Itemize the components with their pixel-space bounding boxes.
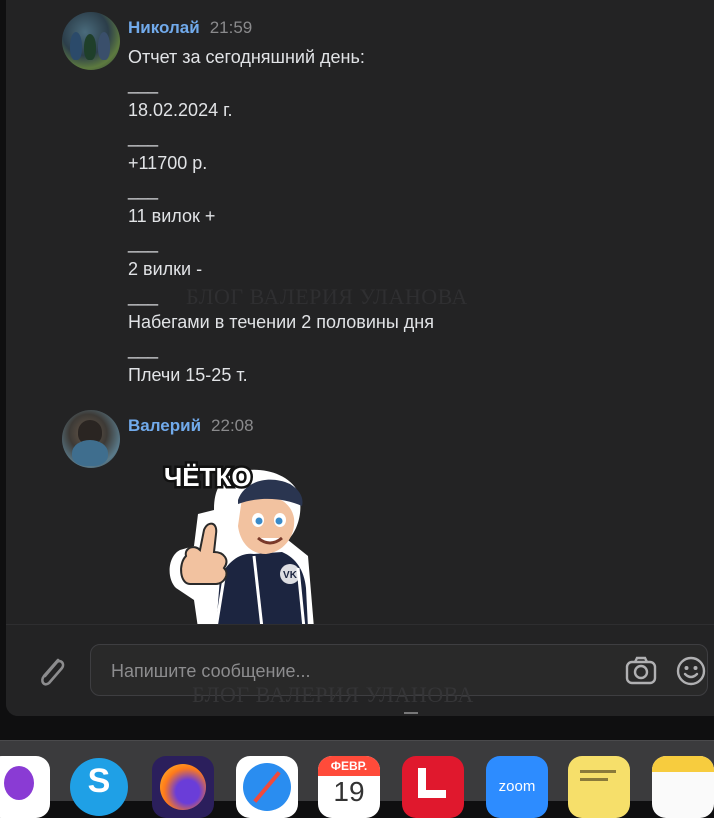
text-line: 11 вилок + <box>128 206 216 226</box>
safari-icon[interactable] <box>236 756 298 818</box>
text-line: ___ <box>128 179 159 200</box>
vk-badge-text: VK <box>283 570 298 581</box>
text-line: 2 вилки - <box>128 259 203 279</box>
text-line: Плечи 15-25 т. <box>128 365 248 385</box>
notes-icon[interactable] <box>652 756 714 818</box>
text-line: Отчет за сегодняшний день: <box>128 47 365 67</box>
message-text: Отчет за сегодняшний день: ___ 18.02.202… <box>128 44 434 389</box>
calendar-icon[interactable]: ФЕВР. 19 <box>318 756 380 818</box>
podcasts-icon[interactable] <box>0 756 50 818</box>
text-line: ___ <box>128 73 159 94</box>
text-line: +11700 р. <box>128 153 208 173</box>
emoji-icon[interactable] <box>675 655 707 687</box>
text-line: 18.02.2024 г. <box>128 100 233 120</box>
stickies-icon[interactable] <box>568 756 630 818</box>
message-placeholder: Напишите сообщение... <box>111 661 311 681</box>
avatar[interactable] <box>62 410 120 468</box>
text-line: Набегами в течении 2 половины дня <box>128 312 434 332</box>
text-line: ___ <box>128 126 159 147</box>
chat-window: Николай 21:59 Отчет за сегодняшний день: … <box>6 0 714 716</box>
message-input[interactable]: Напишите сообщение... <box>90 644 708 696</box>
author-name[interactable]: Николай <box>128 18 200 37</box>
sticker[interactable]: VK ЧЁТКО <box>158 460 318 629</box>
skype-icon[interactable]: S <box>68 756 130 818</box>
text-line: ___ <box>128 232 159 253</box>
avatar[interactable] <box>62 12 120 70</box>
text-line: ___ <box>128 338 159 359</box>
message-time: 22:08 <box>211 416 254 435</box>
text-line: ___ <box>128 285 159 306</box>
calendar-day: 19 <box>333 776 365 807</box>
firefox-icon[interactable] <box>152 756 214 818</box>
resize-handle-icon[interactable] <box>403 706 419 714</box>
app-icon[interactable] <box>402 756 464 818</box>
zoom-label: zoom <box>498 778 536 795</box>
message-header: Николай 21:59 <box>128 18 252 38</box>
message-time: 21:59 <box>209 18 253 37</box>
zoom-icon[interactable]: zoom <box>486 756 548 818</box>
dock: S ФЕВР. 19 zoom <box>0 740 714 818</box>
camera-icon[interactable] <box>625 656 657 686</box>
sticker-caption: ЧЁТКО <box>164 462 252 492</box>
message-header: Валерий 22:08 <box>128 416 254 436</box>
calendar-month: ФЕВР. <box>330 759 368 773</box>
paperclip-icon[interactable] <box>34 652 68 692</box>
author-name[interactable]: Валерий <box>128 416 201 435</box>
